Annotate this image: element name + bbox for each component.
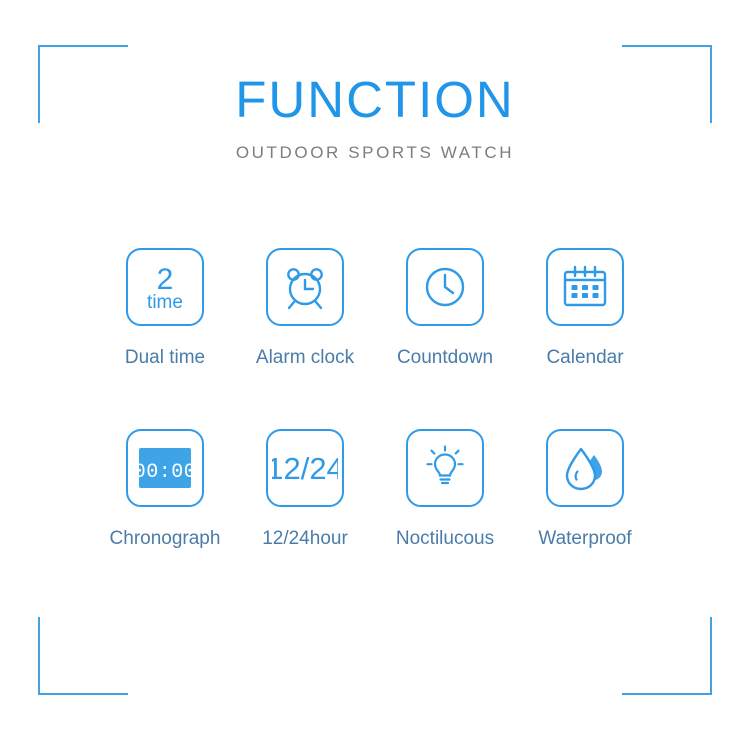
bracket-line-horizontal [622, 45, 712, 47]
corner-bracket-bottom-right [622, 617, 712, 695]
feature-item-alarm-clock[interactable]: Alarm clock [235, 248, 375, 367]
feature-label: Chronograph [109, 528, 221, 549]
feature-item-dual-time[interactable]: 2 time Dual time [95, 248, 235, 367]
bracket-line-horizontal [38, 45, 128, 47]
function-feature-page: FUNCTION OUTDOOR SPORTS WATCH 2 time Dua… [0, 0, 750, 738]
bracket-line-horizontal [38, 693, 128, 695]
calendar-icon [546, 248, 624, 326]
water-drop-icon [546, 429, 624, 507]
feature-label: Calendar [546, 347, 624, 368]
feature-item-waterproof[interactable]: Waterproof [515, 429, 655, 548]
page-title: FUNCTION [235, 71, 515, 128]
feature-label: Waterproof [538, 528, 632, 549]
dual-time-icon: 2 time [126, 248, 204, 326]
feature-label: Countdown [396, 347, 494, 368]
alarm-clock-icon [266, 248, 344, 326]
twelve-twentyfour-text: 12/24 [272, 451, 338, 486]
digital-display-icon: 00:00 [126, 429, 204, 507]
feature-item-12-24-hour[interactable]: 12/24 12/24hour [235, 429, 375, 548]
bracket-line-vertical [38, 617, 40, 695]
feature-label: 12/24hour [262, 528, 348, 549]
clock-icon [406, 248, 484, 326]
feature-item-noctilucous[interactable]: Noctilucous [375, 429, 515, 548]
dual-time-icon-word: time [147, 292, 183, 313]
feature-item-chronograph[interactable]: 00:00 Chronograph [95, 429, 235, 548]
bracket-line-horizontal [622, 693, 712, 695]
digital-display-value: 00:00 [137, 461, 193, 484]
twelve-twentyfour-icon: 12/24 [266, 429, 344, 507]
bracket-line-vertical [710, 617, 712, 695]
corner-bracket-bottom-left [38, 617, 128, 695]
feature-item-calendar[interactable]: Calendar [515, 248, 655, 367]
feature-label: Dual time [124, 347, 206, 368]
feature-label: Noctilucous [395, 528, 495, 549]
feature-item-countdown[interactable]: Countdown [375, 248, 515, 367]
page-subtitle: OUTDOOR SPORTS WATCH [235, 143, 515, 162]
feature-label: Alarm clock [255, 347, 355, 368]
feature-grid: 2 time Dual time Alarm clock Countdown C… [95, 248, 655, 548]
page-header: FUNCTION OUTDOOR SPORTS WATCH [0, 74, 750, 161]
lightbulb-icon [406, 429, 484, 507]
